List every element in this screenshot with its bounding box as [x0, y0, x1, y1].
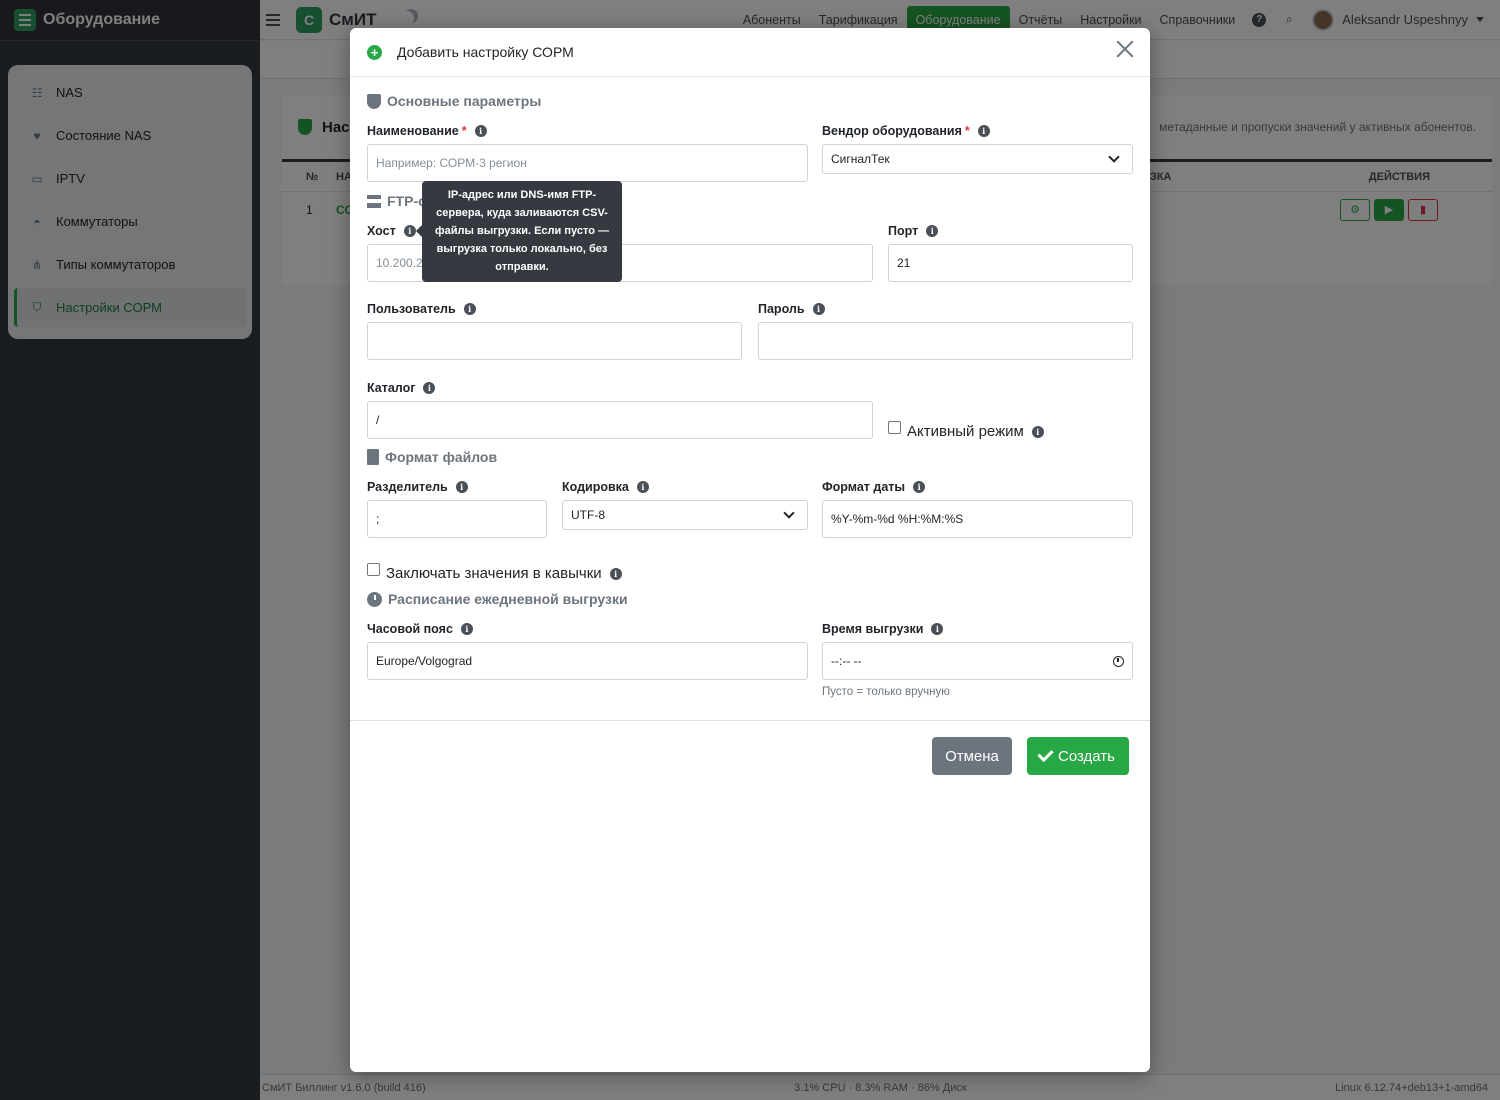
- info-icon[interactable]: i: [460, 623, 473, 635]
- port-label: Порт i: [888, 224, 939, 238]
- cancel-button[interactable]: Отмена: [932, 737, 1012, 775]
- label-text: Вендор оборудования: [822, 124, 962, 138]
- time-value: --:-- --: [831, 654, 862, 668]
- vendor-value: СигналТек: [831, 152, 890, 166]
- shield-icon: [367, 93, 381, 109]
- encoding-label: Кодировка i: [562, 480, 649, 494]
- label-text: Разделитель: [367, 480, 448, 494]
- quote-values-checkbox[interactable]: Заключать значения в кавычки i: [367, 557, 622, 582]
- label-text: Наименование: [367, 124, 459, 138]
- plus-circle-icon: +: [367, 44, 382, 60]
- catalog-input[interactable]: /: [367, 401, 873, 439]
- required-mark: *: [461, 124, 467, 138]
- info-icon[interactable]: i: [463, 303, 476, 315]
- user-label: Пользователь i: [367, 302, 476, 316]
- clock-icon: [367, 591, 382, 607]
- required-mark: *: [964, 124, 970, 138]
- section-basic: Основные параметры: [367, 93, 541, 109]
- catalog-label: Каталог i: [367, 381, 436, 395]
- info-icon[interactable]: i: [455, 481, 468, 493]
- chevron-down-icon: [783, 507, 795, 519]
- modal-footer-divider: [350, 720, 1150, 721]
- host-label: Хост i: [367, 224, 416, 238]
- label-text: Кодировка: [562, 480, 629, 494]
- label-text: Каталог: [367, 381, 416, 395]
- label-text: Хост: [367, 224, 396, 238]
- encoding-value: UTF-8: [571, 508, 605, 522]
- vendor-label: Вендор оборудования * i: [822, 124, 990, 138]
- encoding-select[interactable]: UTF-8: [562, 500, 808, 530]
- label-text: Формат даты: [822, 480, 906, 494]
- button-label: Отмена: [945, 747, 999, 765]
- label-text: Пароль: [758, 302, 805, 316]
- info-icon[interactable]: i: [931, 623, 944, 635]
- label-text: Пользователь: [367, 302, 456, 316]
- section-schedule: Расписание ежедневной выгрузки: [367, 591, 628, 607]
- label-text: Часовой пояс: [367, 622, 453, 636]
- checkbox-label: Заключать значения в кавычки: [386, 565, 602, 582]
- clock-icon[interactable]: [1113, 655, 1124, 667]
- info-icon[interactable]: i: [913, 481, 926, 493]
- info-icon[interactable]: i: [636, 481, 649, 493]
- host-tooltip: IP-адрес или DNS-имя FTP-сервера, куда з…: [416, 181, 622, 282]
- csv-file-icon: [367, 449, 379, 465]
- date-format-label: Формат даты i: [822, 480, 926, 494]
- active-mode-checkbox[interactable]: Активный режим i: [888, 415, 1044, 440]
- info-icon[interactable]: i: [977, 125, 990, 137]
- server-icon: [367, 194, 381, 208]
- modal-header: + Добавить настройку СОРМ: [350, 28, 1150, 77]
- separator-label: Разделитель i: [367, 480, 468, 494]
- timezone-label: Часовой пояс i: [367, 622, 473, 636]
- check-icon: [1037, 745, 1054, 763]
- separator-input[interactable]: ;: [367, 500, 547, 538]
- password-label: Пароль i: [758, 302, 825, 316]
- close-icon[interactable]: [1116, 40, 1134, 58]
- section-title: Расписание ежедневной выгрузки: [388, 591, 628, 607]
- info-icon[interactable]: i: [926, 225, 939, 237]
- name-input[interactable]: Например: СОРМ-3 регион: [367, 144, 808, 182]
- button-label: Создать: [1057, 747, 1115, 765]
- info-icon[interactable]: i: [812, 303, 825, 315]
- password-input[interactable]: [758, 322, 1133, 360]
- info-icon[interactable]: i: [423, 382, 436, 394]
- name-label: Наименование * i: [367, 124, 487, 138]
- upload-time-input[interactable]: --:-- --: [822, 642, 1133, 680]
- info-icon[interactable]: i: [609, 567, 622, 580]
- modal-title: Добавить настройку СОРМ: [397, 44, 574, 60]
- info-icon[interactable]: i: [474, 125, 487, 137]
- chevron-down-icon: [1108, 151, 1120, 163]
- date-format-input[interactable]: %Y-%m-%d %H:%M:%S: [822, 500, 1133, 538]
- upload-time-hint: Пусто = только вручную: [822, 686, 950, 698]
- section-format: Формат файлов: [367, 449, 497, 465]
- user-input[interactable]: [367, 322, 742, 360]
- timezone-input[interactable]: Europe/Volgograd: [367, 642, 808, 680]
- info-icon[interactable]: i: [1031, 425, 1044, 438]
- section-title: Основные параметры: [387, 93, 542, 109]
- checkbox-box[interactable]: [888, 421, 901, 434]
- vendor-select[interactable]: СигналТек: [822, 144, 1133, 174]
- label-text: Порт: [888, 224, 919, 238]
- checkbox-label: Активный режим: [907, 423, 1024, 440]
- checkbox-box[interactable]: [367, 563, 380, 576]
- label-text: Время выгрузки: [822, 622, 924, 636]
- upload-time-label: Время выгрузки i: [822, 622, 944, 636]
- port-input[interactable]: 21: [888, 244, 1133, 282]
- section-title: Формат файлов: [385, 449, 498, 465]
- create-button[interactable]: Создать: [1027, 737, 1129, 775]
- info-icon[interactable]: i: [403, 225, 416, 237]
